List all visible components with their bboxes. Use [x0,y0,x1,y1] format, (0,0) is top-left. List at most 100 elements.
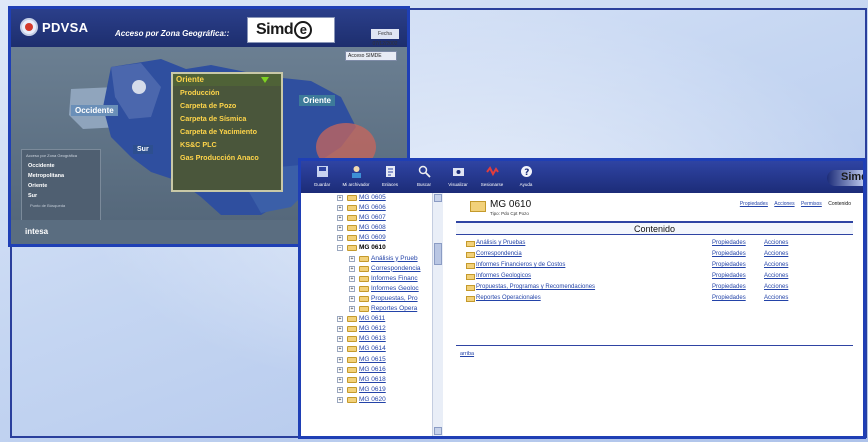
tree-item-label[interactable]: MG 0616 [359,365,386,375]
propiedades-link[interactable]: Propiedades [712,295,746,301]
tree-item-label[interactable]: MG 0605 [359,193,386,203]
tree-item[interactable]: + MG 0606 [301,203,442,213]
tree-item[interactable]: + MG 0616 [301,365,442,375]
menu-item-carpeta-pozo[interactable]: Carpeta de Pozo [173,99,281,112]
acciones-link[interactable]: Acciones [764,295,788,301]
tree-item-label[interactable]: Correspondencia [371,264,421,274]
region-label-sur[interactable]: Sur [133,145,153,154]
tree-item[interactable]: + MG 0613 [301,334,442,344]
scroll-down-button[interactable] [434,427,442,435]
expand-icon[interactable]: + [337,316,343,323]
tree-item[interactable]: + MG 0608 [301,223,442,233]
tree-item[interactable]: + Informes Geoloc [301,284,442,294]
expand-icon[interactable]: + [337,396,343,403]
tree-item-label[interactable]: Propuestas, Pro [371,294,418,304]
expand-icon[interactable]: + [337,195,343,201]
tree-item[interactable]: + MG 0619 [301,385,442,395]
folder-link[interactable]: Informes Geologicos [476,273,531,279]
expand-icon[interactable]: + [337,225,343,232]
tree-scrollbar[interactable] [432,193,443,436]
tab-contenido[interactable]: Contenido [828,201,851,207]
expand-icon[interactable]: + [349,306,355,313]
folder-link[interactable]: Propuestas, Programas y Recomendaciones [476,284,595,290]
tree-item[interactable]: + MG 0620 [301,395,442,405]
tree-item[interactable]: + MG 0612 [301,324,442,334]
scroll-thumb[interactable] [434,243,442,265]
toolbar-enlaces-button[interactable]: Enlaces [373,165,407,187]
tree-item-label[interactable]: MG 0609 [359,233,386,243]
expand-icon[interactable]: + [337,346,343,353]
tab-permisos[interactable]: Permisos [801,201,822,207]
acceso-select[interactable]: Acceso SIMDE [345,51,397,61]
folder-link[interactable]: Informes Financieros y de Costos [476,262,565,268]
tree-item[interactable]: + Reportes Opera [301,304,442,314]
acciones-link[interactable]: Acciones [764,284,788,290]
expand-icon[interactable]: + [337,386,343,393]
region-label-occidente[interactable]: Occidente [71,105,118,116]
menu-item-carpeta-yacimiento[interactable]: Carpeta de Yacimiento [173,125,281,138]
tree-item[interactable]: + Análisis y Prueb [301,254,442,264]
propiedades-link[interactable]: Propiedades [712,262,746,268]
tree-item[interactable]: + MG 0605 [301,193,442,203]
side-item-oriente[interactable]: Oriente [22,181,100,191]
menu-item-produccion[interactable]: Producción [173,86,281,99]
expand-icon[interactable]: + [349,285,355,292]
tree-item-label[interactable]: MG 0613 [359,334,386,344]
tree-item[interactable]: + Propuestas, Pro [301,294,442,304]
propiedades-link[interactable]: Propiedades [712,273,746,279]
menu-item-gas-produccion[interactable]: Gas Producción Anaco [173,151,281,164]
tree-item-label[interactable]: MG 0607 [359,213,386,223]
tab-acciones[interactable]: Acciones [774,201,794,207]
tree-item-label[interactable]: Informes Geoloc [371,284,419,294]
toolbar-visualizar-button[interactable]: Visualizar [441,165,475,187]
tree-item[interactable]: + MG 0615 [301,355,442,365]
toolbar-sesionarse-button[interactable]: Sesionarse [475,165,509,187]
expand-icon[interactable]: + [349,255,355,262]
tree-item[interactable]: + MG 0618 [301,375,442,385]
tree-item-label[interactable]: Reportes Opera [371,304,417,314]
side-item-occidente[interactable]: Occidente [22,161,100,171]
acciones-link[interactable]: Acciones [764,251,788,257]
expand-icon[interactable]: + [337,205,343,212]
tree-item-label[interactable]: MG 0618 [359,375,386,385]
expand-icon[interactable]: + [337,215,343,222]
side-item-metropolitana[interactable]: Metropolitana [22,171,100,181]
tree-item-label[interactable]: MG 0615 [359,355,386,365]
expand-icon[interactable]: + [349,265,355,272]
arriba-link[interactable]: arriba [460,351,474,357]
propiedades-link[interactable]: Propiedades [712,240,746,246]
tree-item[interactable]: + Correspondencia [301,264,442,274]
tree-item[interactable]: + MG 0614 [301,344,442,354]
tree-item-label[interactable]: MG 0614 [359,344,386,354]
propiedades-link[interactable]: Propiedades [712,251,746,257]
propiedades-link[interactable]: Propiedades [712,284,746,290]
folder-link[interactable]: Reportes Operacionales [476,295,541,301]
tree-item-label[interactable]: MG 0620 [359,395,386,405]
menu-item-ksc-plc[interactable]: KS&C PLC [173,138,281,151]
tree-item[interactable]: + MG 0611 [301,314,442,324]
tree-item[interactable]: + Informes Financ [301,274,442,284]
tree-item[interactable]: + MG 0607 [301,213,442,223]
expand-icon[interactable]: + [337,336,343,343]
collapse-icon[interactable]: − [337,245,343,252]
tree-item[interactable]: − MG 0610 [301,243,442,253]
toolbar-buscar-button[interactable]: Buscar [407,165,441,187]
expand-icon[interactable]: + [349,295,355,302]
side-item-sur[interactable]: Sur [22,191,100,201]
toolbar-archivador-button[interactable]: Mi archivador [339,165,373,187]
tree-item[interactable]: + MG 0609 [301,233,442,243]
folder-link[interactable]: Correspondencia [476,251,522,257]
expand-icon[interactable]: + [337,366,343,373]
acciones-link[interactable]: Acciones [764,240,788,246]
folder-link[interactable]: Análisis y Pruebas [476,240,525,246]
menu-item-carpeta-sismica[interactable]: Carpeta de Sísmica [173,112,281,125]
expand-icon[interactable]: + [337,376,343,383]
tree-item-label[interactable]: MG 0619 [359,385,386,395]
acciones-link[interactable]: Acciones [764,262,788,268]
side-item-busqueda[interactable]: Punto de Búsqueda [22,201,100,210]
tree-item-label[interactable]: Informes Financ [371,274,418,284]
dropdown-header[interactable]: Oriente [173,74,281,86]
expand-icon[interactable]: + [337,326,343,333]
tree-item-label[interactable]: MG 0611 [359,314,385,324]
expand-icon[interactable]: + [337,235,343,242]
